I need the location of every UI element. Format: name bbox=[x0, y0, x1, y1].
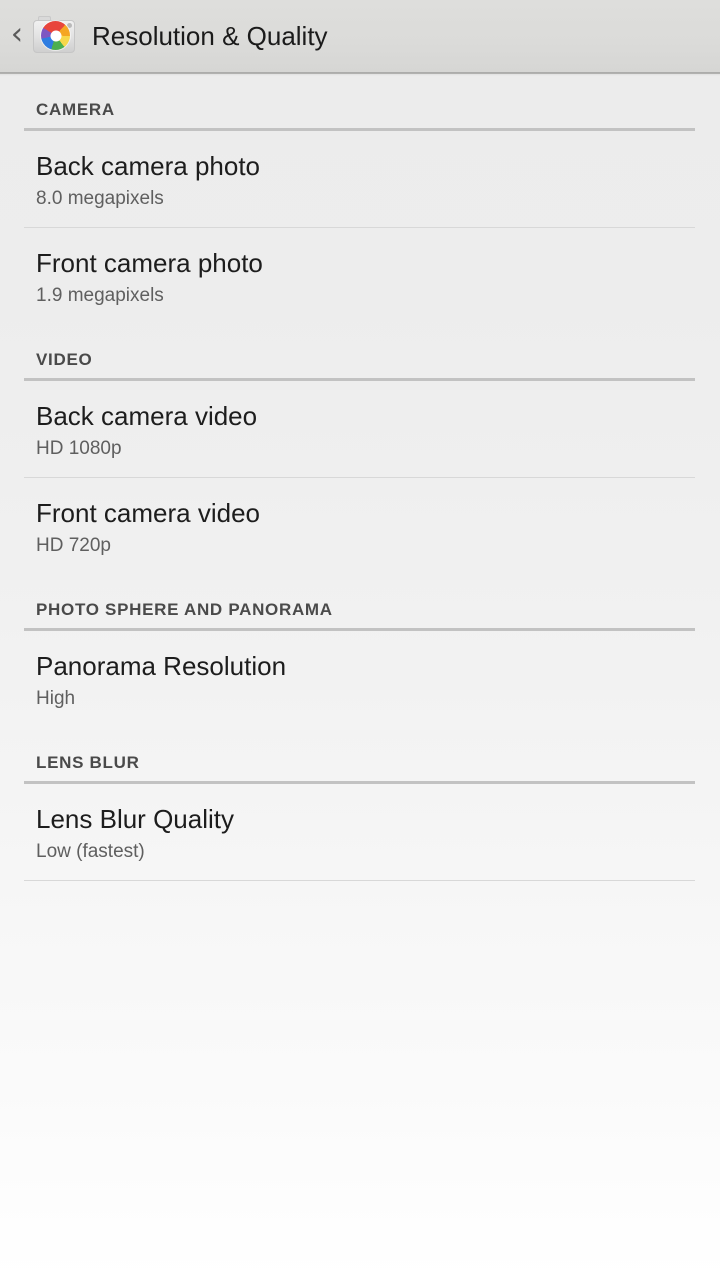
list-item-summary: High bbox=[36, 688, 76, 709]
list-item-title: Panorama Resolution bbox=[36, 651, 287, 681]
section-header-label: LENS BLUR bbox=[36, 753, 140, 772]
section-camera: CAMERA Back camera photo 8.0 megapixels … bbox=[0, 74, 720, 324]
section-lens-blur: LENS BLUR Lens Blur Quality Low (fastest… bbox=[0, 727, 720, 881]
section-video: VIDEO Back camera video HD 1080p Front c… bbox=[0, 324, 720, 574]
camera-app-icon[interactable] bbox=[32, 14, 76, 58]
item-divider bbox=[24, 880, 695, 881]
list-item-title: Lens Blur Quality bbox=[36, 804, 234, 834]
list-item[interactable]: Front camera video HD 720p bbox=[0, 478, 720, 574]
camera-aperture-ring bbox=[41, 21, 70, 50]
list-item-title: Front camera video bbox=[36, 498, 260, 528]
list-item[interactable]: Lens Blur Quality Low (fastest) bbox=[0, 784, 720, 880]
action-bar: ‹ Resolution & Quality bbox=[0, 0, 720, 76]
list-item[interactable]: Panorama Resolution High bbox=[0, 631, 720, 727]
list-item-title: Front camera photo bbox=[36, 248, 263, 278]
preference-list: CAMERA Back camera photo 8.0 megapixels … bbox=[0, 74, 720, 881]
list-item-summary: 8.0 megapixels bbox=[36, 188, 164, 209]
list-item-summary: 1.9 megapixels bbox=[36, 285, 164, 306]
list-item-title: Back camera video bbox=[36, 401, 258, 431]
section-header-label: CAMERA bbox=[36, 100, 115, 119]
list-item[interactable]: Front camera photo 1.9 megapixels bbox=[0, 228, 720, 324]
list-item[interactable]: Back camera photo 8.0 megapixels bbox=[0, 131, 720, 227]
back-button[interactable]: ‹ bbox=[4, 19, 30, 50]
list-item-summary: Low (fastest) bbox=[36, 841, 145, 862]
settings-screen: ‹ Resolution & Quality CAMERA Back camer… bbox=[0, 0, 720, 1280]
page-title: Resolution & Quality bbox=[92, 21, 328, 51]
list-item-summary: HD 720p bbox=[36, 535, 111, 556]
section-header-label: VIDEO bbox=[36, 350, 93, 369]
section-header-label: PHOTO SPHERE AND PANORAMA bbox=[36, 600, 333, 619]
section-photo-sphere-and-panorama: PHOTO SPHERE AND PANORAMA Panorama Resol… bbox=[0, 574, 720, 727]
list-item-title: Back camera photo bbox=[36, 151, 261, 181]
list-item-summary: HD 1080p bbox=[36, 438, 122, 459]
list-item[interactable]: Back camera video HD 1080p bbox=[0, 381, 720, 477]
